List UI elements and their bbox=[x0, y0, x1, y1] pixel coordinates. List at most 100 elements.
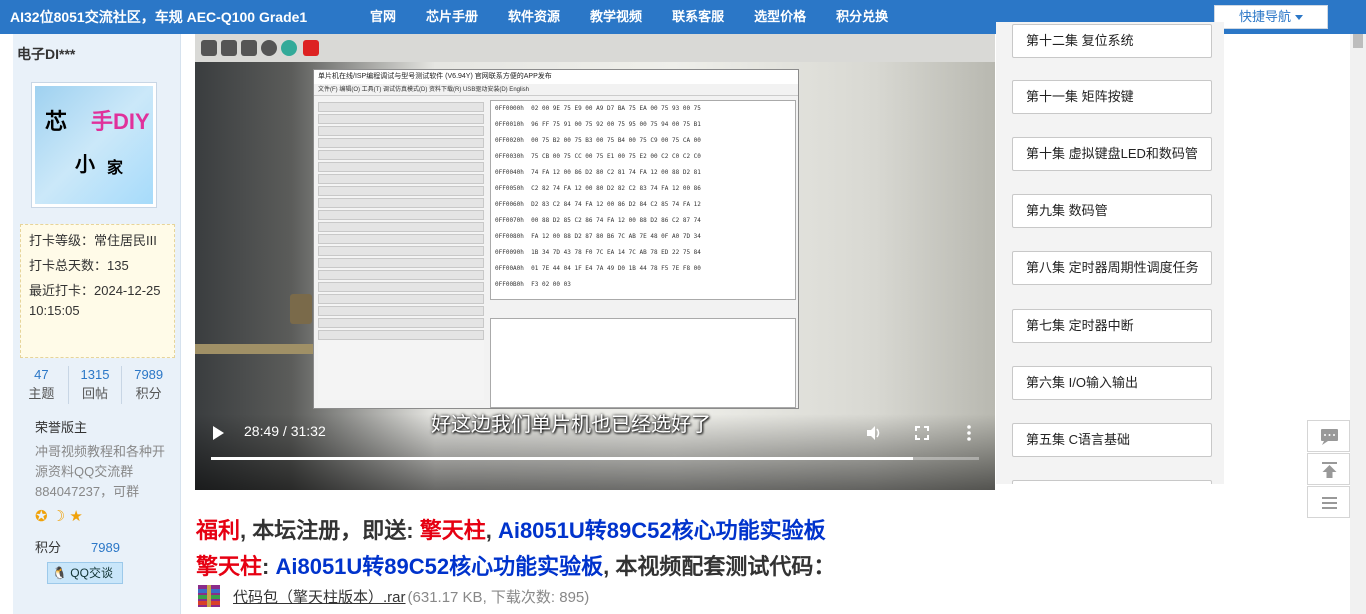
comment-button[interactable] bbox=[1307, 420, 1350, 452]
stat-topics[interactable]: 47 主题 bbox=[15, 366, 69, 404]
nav-item-points[interactable]: 积分兑换 bbox=[821, 0, 903, 34]
option-row bbox=[318, 186, 484, 196]
option-row bbox=[318, 318, 484, 328]
option-row bbox=[318, 222, 484, 232]
video-progress-fill bbox=[211, 457, 913, 460]
cable-shape bbox=[195, 344, 315, 354]
episode-item[interactable]: 第九集 数码管 bbox=[1012, 194, 1212, 228]
scrollbar-thumb[interactable] bbox=[1353, 34, 1363, 48]
hex-line: 0FF0040h 74 FA 12 00 86 D2 80 C2 81 74 F… bbox=[495, 169, 701, 176]
software-title: 单片机在线/ISP编程调试与型号测试软件 (V6.94Y) 官网联系方便的APP… bbox=[314, 70, 798, 84]
option-row bbox=[318, 210, 484, 220]
stat-topics-value: 47 bbox=[34, 367, 49, 382]
option-row bbox=[318, 234, 484, 244]
play-icon[interactable] bbox=[213, 426, 224, 440]
avatar-text-2: 手DIY bbox=[91, 109, 150, 134]
video-player[interactable]: 单片机在线/ISP编程调试与型号测试软件 (V6.94Y) 官网联系方便的APP… bbox=[195, 34, 995, 490]
option-row bbox=[318, 258, 484, 268]
hex-view: 0FF0000h 02 00 9E 75 E9 00 A9 D7 BA 75 E… bbox=[490, 100, 796, 300]
avatar[interactable]: 芯 手DIY 小 家 bbox=[31, 82, 157, 208]
comment-icon bbox=[1321, 429, 1338, 445]
post-board-name: 擎天柱 bbox=[196, 554, 263, 579]
back-to-top-button[interactable] bbox=[1307, 453, 1350, 485]
more-vertical-icon[interactable] bbox=[967, 425, 971, 441]
hex-line: 0FF0060h D2 83 C2 84 74 FA 12 00 86 D2 8… bbox=[495, 201, 701, 208]
user-title[interactable]: 荣誉版主 bbox=[35, 417, 87, 436]
post-text: : bbox=[262, 554, 276, 579]
nav-item-videos[interactable]: 教学视频 bbox=[575, 0, 657, 34]
episode-item[interactable]: 第七集 定时器中断 bbox=[1012, 309, 1212, 343]
hex-line: 0FF0070h 00 88 D2 85 C2 86 74 FA 12 00 8… bbox=[495, 217, 701, 224]
software-menu: 文件(F) 编辑(O) 工具(T) 调试仿真模式(D) 资料下载(R) USB驱… bbox=[314, 84, 798, 96]
toolbar-icon bbox=[221, 40, 237, 56]
stat-points[interactable]: 7989 积分 bbox=[122, 366, 175, 404]
toolbar-icon bbox=[241, 40, 257, 56]
post-line-1: 福利, 本坛注册，即送: 擎天柱, Ai8051U转89C52核心功能实验板 bbox=[196, 513, 826, 545]
attachment: 代码包（擎天柱版本）.rar (631.17 KB, 下载次数: 895) bbox=[196, 583, 589, 609]
option-row bbox=[318, 294, 484, 304]
fullscreen-icon[interactable] bbox=[915, 426, 929, 440]
episode-item[interactable]: 第八集 定时器周期性调度任务 bbox=[1012, 251, 1212, 285]
nav-item-chip-manual[interactable]: 芯片手册 bbox=[411, 0, 493, 34]
video-progress-bar[interactable] bbox=[211, 457, 979, 460]
isp-software-window: 单片机在线/ISP编程调试与型号测试软件 (V6.94Y) 官网联系方便的APP… bbox=[313, 69, 799, 409]
episode-item[interactable]: 第十一集 矩阵按键 bbox=[1012, 80, 1212, 114]
episode-item[interactable]: 第五集 C语言基础 bbox=[1012, 423, 1212, 457]
attachment-link[interactable]: 代码包（擎天柱版本）.rar bbox=[233, 586, 406, 607]
list-button[interactable] bbox=[1307, 486, 1350, 518]
site-brand[interactable]: AI32位8051交流社区，车规 AEC-Q100 Grade1 bbox=[10, 0, 307, 34]
chevron-down-icon bbox=[1295, 15, 1303, 21]
toolbar-icon bbox=[201, 40, 217, 56]
hex-line: 0FF0010h 96 FF 75 91 00 75 92 00 75 95 0… bbox=[495, 121, 701, 128]
volume-icon[interactable] bbox=[866, 425, 882, 441]
moon-medal-icon[interactable]: ☽ bbox=[52, 508, 65, 525]
qq-icon: 🐧 bbox=[52, 566, 67, 580]
option-row bbox=[318, 246, 484, 256]
page-scrollbar[interactable] bbox=[1350, 34, 1366, 614]
user-points: 积分 7989 bbox=[35, 537, 120, 556]
option-row bbox=[318, 270, 484, 280]
stat-points-value: 7989 bbox=[134, 367, 164, 382]
points-label: 积分 bbox=[35, 540, 62, 555]
gear-icon bbox=[261, 40, 277, 56]
post-text: , 本坛注册，即送: bbox=[240, 518, 420, 543]
avatar-text-1: 芯 bbox=[45, 109, 68, 135]
software-status-pane bbox=[490, 318, 796, 408]
episode-item[interactable]: 第十二集 复位系统 bbox=[1012, 24, 1212, 58]
user-stats: 47 主题 1315 回帖 7989 积分 bbox=[15, 366, 175, 404]
episode-item[interactable]: 第六集 I/O输入输出 bbox=[1012, 366, 1212, 400]
episode-list: 第十二集 复位系统 第十一集 矩阵按键 第十集 虚拟键盘LED和数码管 第九集 … bbox=[996, 22, 1224, 484]
option-row bbox=[318, 150, 484, 160]
checkin-last: 最近打卡：2024-12-25 10:15:05 bbox=[29, 283, 161, 318]
quick-nav-button[interactable]: 快捷导航 bbox=[1214, 5, 1328, 29]
hex-line: 0FF0020h 00 75 B2 00 75 B3 00 75 B4 00 7… bbox=[495, 137, 701, 144]
nav-item-pricing[interactable]: 选型价格 bbox=[739, 0, 821, 34]
stat-replies[interactable]: 1315 回帖 bbox=[69, 366, 123, 404]
nav-item-official[interactable]: 官网 bbox=[355, 0, 411, 34]
episode-item[interactable]: 第十集 虚拟键盘LED和数码管 bbox=[1012, 137, 1212, 171]
points-value: 7989 bbox=[91, 540, 120, 555]
post-board-desc: Ai8051U转89C52核心功能实验板 bbox=[497, 518, 826, 543]
qq-chat-button[interactable]: 🐧 QQ交谈 bbox=[47, 562, 123, 584]
nav-item-software[interactable]: 软件资源 bbox=[493, 0, 575, 34]
sun-medal-icon[interactable]: ✪ bbox=[35, 508, 48, 525]
hex-line: 0FF0090h 1B 34 7D 43 78 F0 7C EA 14 7C A… bbox=[495, 249, 701, 256]
option-row bbox=[318, 306, 484, 316]
list-icon bbox=[1322, 497, 1337, 509]
option-row bbox=[318, 162, 484, 172]
episode-item[interactable] bbox=[1012, 480, 1212, 484]
hex-line: 0FF0030h 75 CB 00 75 CC 00 75 E1 00 75 E… bbox=[495, 153, 701, 160]
post-text: , 本视频配套测试代码： bbox=[603, 554, 836, 579]
option-row bbox=[318, 102, 484, 112]
option-row bbox=[318, 330, 484, 340]
medals: ✪ ☽ ★ bbox=[35, 507, 83, 525]
rar-file-icon bbox=[198, 585, 220, 607]
username[interactable]: 电子DI*** bbox=[17, 44, 75, 64]
star-medal-icon[interactable]: ★ bbox=[69, 508, 82, 525]
attachment-meta: (631.17 KB, 下载次数: 895) bbox=[407, 588, 590, 606]
avatar-image: 芯 手DIY 小 家 bbox=[35, 86, 153, 204]
software-left-pane bbox=[318, 100, 484, 400]
option-row bbox=[318, 126, 484, 136]
nav-item-support[interactable]: 联系客服 bbox=[657, 0, 739, 34]
stat-topics-label: 主题 bbox=[28, 386, 55, 401]
